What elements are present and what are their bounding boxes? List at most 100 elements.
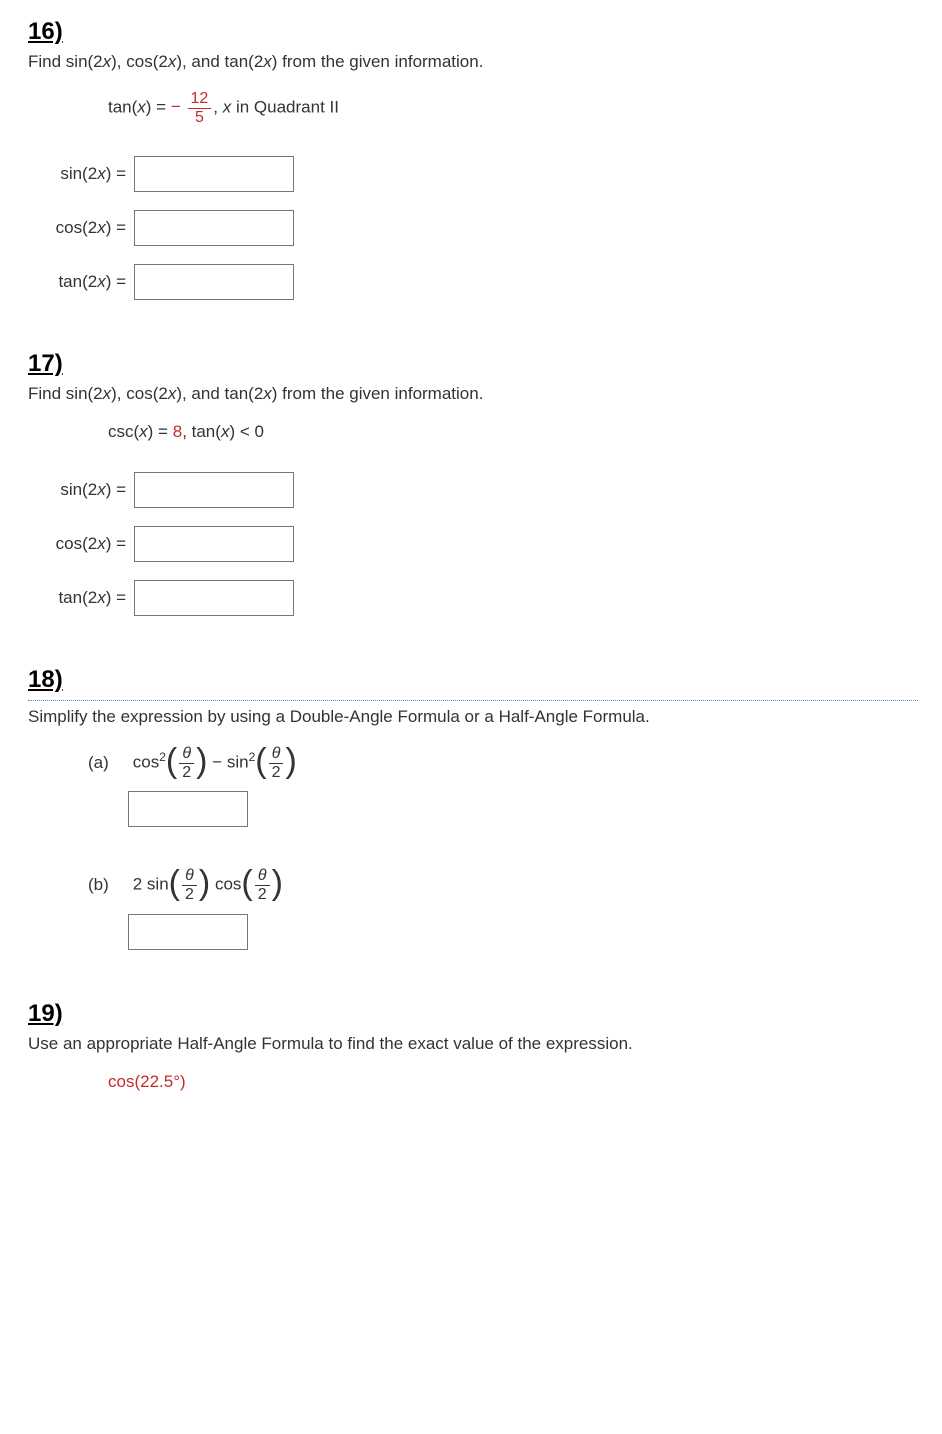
- problem-18: 18) Simplify the expression by using a D…: [28, 666, 914, 949]
- label-text: cos(2: [56, 534, 98, 553]
- var-x: x: [97, 164, 106, 183]
- prompt-text: ) from the given information.: [272, 52, 484, 71]
- frac-num: 12: [188, 90, 212, 109]
- dotted-divider: [28, 700, 918, 701]
- tan-label: tan(2x) =: [38, 272, 126, 292]
- fraction: θ2: [255, 867, 270, 903]
- cos-text: cos: [210, 875, 241, 894]
- part-b-label: (b): [88, 875, 128, 895]
- fraction: θ2: [179, 745, 194, 781]
- answer-row-sin: sin(2x) =: [38, 156, 914, 192]
- part-a-input[interactable]: [128, 791, 248, 827]
- cos-label: cos(2x) =: [38, 218, 126, 238]
- part-a-label: (a): [88, 753, 128, 773]
- answer-row-tan: tan(2x) =: [38, 580, 914, 616]
- prompt-text: Find sin(2: [28, 384, 103, 403]
- squared: 2: [159, 750, 166, 764]
- given-tan: ) < 0: [229, 422, 264, 441]
- prompt-text: ), cos(2: [111, 384, 168, 403]
- answer-row-cos: cos(2x) =: [38, 526, 914, 562]
- given-tan: tan(: [108, 98, 137, 117]
- paren-open: (: [166, 742, 177, 780]
- label-text: sin(2: [60, 480, 97, 499]
- given-info: tan(x) = − 125, x in Quadrant II: [108, 90, 914, 126]
- paren-open: (: [255, 742, 266, 780]
- two-sin: 2 sin: [133, 875, 169, 894]
- problem-number: 17): [28, 350, 914, 378]
- var-x: x: [97, 272, 106, 291]
- fraction: θ2: [269, 745, 284, 781]
- prompt-text: Find sin(2: [28, 52, 103, 71]
- var-x: x: [139, 422, 148, 441]
- var-x: x: [97, 218, 106, 237]
- den-two: 2: [179, 764, 194, 782]
- tan-2x-input[interactable]: [134, 580, 294, 616]
- part-b-input-wrap: [128, 914, 914, 950]
- frac-den: 5: [188, 109, 212, 127]
- var-x: x: [103, 52, 112, 71]
- sin-2x-input[interactable]: [134, 156, 294, 192]
- label-text: ) =: [106, 534, 126, 553]
- sin-label: sin(2x) =: [38, 164, 126, 184]
- tan-2x-input[interactable]: [134, 264, 294, 300]
- comma: ,: [213, 98, 222, 117]
- given-quadrant: in Quadrant II: [231, 98, 339, 117]
- sub-part-a: (a) cos2(θ2) − sin2(θ2): [88, 745, 914, 781]
- given-val: 8: [173, 422, 182, 441]
- fraction: θ2: [182, 867, 197, 903]
- cos-2x-input[interactable]: [134, 210, 294, 246]
- theta: θ: [255, 867, 270, 886]
- theta: θ: [182, 867, 197, 886]
- problem-number: 16): [28, 18, 914, 46]
- cos-text: cos: [133, 753, 159, 772]
- problem-prompt: Find sin(2x), cos(2x), and tan(2x) from …: [28, 52, 914, 72]
- var-x: x: [97, 534, 106, 553]
- part-b-input[interactable]: [128, 914, 248, 950]
- sin-2x-input[interactable]: [134, 472, 294, 508]
- paren-close: ): [196, 742, 207, 780]
- answer-row-cos: cos(2x) =: [38, 210, 914, 246]
- given-info: csc(x) = 8, tan(x) < 0: [108, 422, 914, 442]
- cos-2x-input[interactable]: [134, 526, 294, 562]
- part-a-expression: cos2(θ2) − sin2(θ2): [133, 745, 297, 781]
- part-b-expression: 2 sin(θ2) cos(θ2): [133, 867, 283, 903]
- fraction: 125: [188, 90, 212, 126]
- problem-16: 16) Find sin(2x), cos(2x), and tan(2x) f…: [28, 18, 914, 300]
- sub-part-b: (b) 2 sin(θ2) cos(θ2): [88, 867, 914, 903]
- problem-17: 17) Find sin(2x), cos(2x), and tan(2x) f…: [28, 350, 914, 616]
- label-text: ) =: [106, 164, 126, 183]
- cos-label: cos(2x) =: [38, 534, 126, 554]
- given-eq: ) =: [146, 98, 171, 117]
- paren-open: (: [169, 864, 180, 902]
- theta: θ: [179, 745, 194, 764]
- label-text: tan(2: [58, 588, 97, 607]
- part-a-input-wrap: [128, 791, 914, 827]
- var-x: x: [103, 384, 112, 403]
- label-text: ) =: [106, 272, 126, 291]
- number-text: 18): [28, 666, 63, 693]
- label-text: ) =: [106, 588, 126, 607]
- label-text: ) =: [106, 480, 126, 499]
- given-eq: ) =: [148, 422, 173, 441]
- given-sep: , tan(: [182, 422, 221, 441]
- label-text: ) =: [106, 218, 126, 237]
- answer-row-sin: sin(2x) =: [38, 472, 914, 508]
- problem-number: 19): [28, 1000, 914, 1028]
- paren-close: ): [272, 864, 283, 902]
- sin-label: sin(2x) =: [38, 480, 126, 500]
- label-text: tan(2: [58, 272, 97, 291]
- den-two: 2: [255, 886, 270, 904]
- paren-close: ): [285, 742, 296, 780]
- prompt-text: ), and tan(2: [176, 52, 263, 71]
- prompt-text: ) from the given information.: [272, 384, 484, 403]
- problem-prompt: Find sin(2x), cos(2x), and tan(2x) from …: [28, 384, 914, 404]
- den-two: 2: [182, 886, 197, 904]
- var-x: x: [263, 384, 272, 403]
- prompt-text: ), cos(2: [111, 52, 168, 71]
- minus-sign: −: [171, 97, 186, 116]
- var-x: x: [137, 98, 146, 117]
- problem-number: 18): [28, 666, 914, 694]
- var-x: x: [223, 98, 232, 117]
- label-text: sin(2: [60, 164, 97, 183]
- given-csc: csc(: [108, 422, 139, 441]
